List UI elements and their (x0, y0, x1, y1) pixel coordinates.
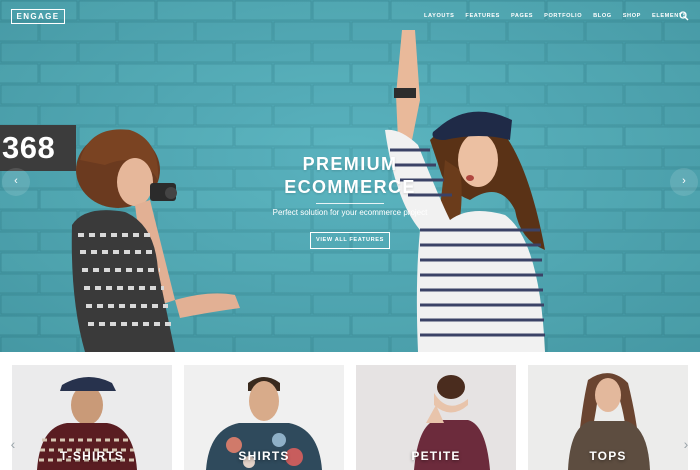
hero-title-line2: ECOMMERCE (284, 177, 416, 197)
category-card-tshirts[interactable]: T-SHIRTS (12, 365, 172, 470)
nav-item-blog[interactable]: BLOG (593, 12, 612, 20)
category-label-shirts: SHIRTS (238, 449, 290, 463)
category-next-button[interactable]: › (681, 435, 691, 453)
main-navigation: LAYOUTS FEATURES PAGES PORTFOLIO BLOG SH… (424, 12, 698, 20)
nav-item-shop[interactable]: SHOP (623, 12, 641, 20)
hero-title-line1: PREMIUM (302, 154, 398, 174)
nav-item-features[interactable]: FEATURES (465, 12, 500, 20)
hero-title: PREMIUM ECOMMERCE (250, 153, 450, 199)
category-strip: T-SHIRTS SHIRTS PETITE TOPS (0, 352, 700, 470)
category-card-petite[interactable]: PETITE (356, 365, 516, 470)
slider-next-button[interactable]: › (670, 168, 698, 196)
hero-slider: ENGAGE LAYOUTS FEATURES PAGES PORTFOLIO … (0, 0, 700, 352)
category-label-tshirts: T-SHIRTS (59, 449, 125, 463)
category-card-shirts[interactable]: SHIRTS (184, 365, 344, 470)
site-logo[interactable]: ENGAGE (11, 9, 65, 24)
nav-item-layouts[interactable]: LAYOUTS (424, 12, 454, 20)
category-card-tops[interactable]: TOPS (528, 365, 688, 470)
category-label-tops: TOPS (589, 449, 627, 463)
category-prev-button[interactable]: ‹ (8, 435, 18, 453)
view-all-features-button[interactable]: VIEW ALL FEATURES (310, 232, 390, 249)
hero-divider (316, 203, 384, 204)
house-number-sign: 368 (0, 125, 76, 171)
slider-prev-button[interactable]: ‹ (2, 168, 30, 196)
category-label-petite: PETITE (411, 449, 461, 463)
search-icon[interactable] (679, 11, 689, 21)
nav-item-pages[interactable]: PAGES (511, 12, 533, 20)
hero-subtitle: Perfect solution for your ecommerce proj… (272, 208, 428, 217)
nav-item-portfolio[interactable]: PORTFOLIO (544, 12, 582, 20)
